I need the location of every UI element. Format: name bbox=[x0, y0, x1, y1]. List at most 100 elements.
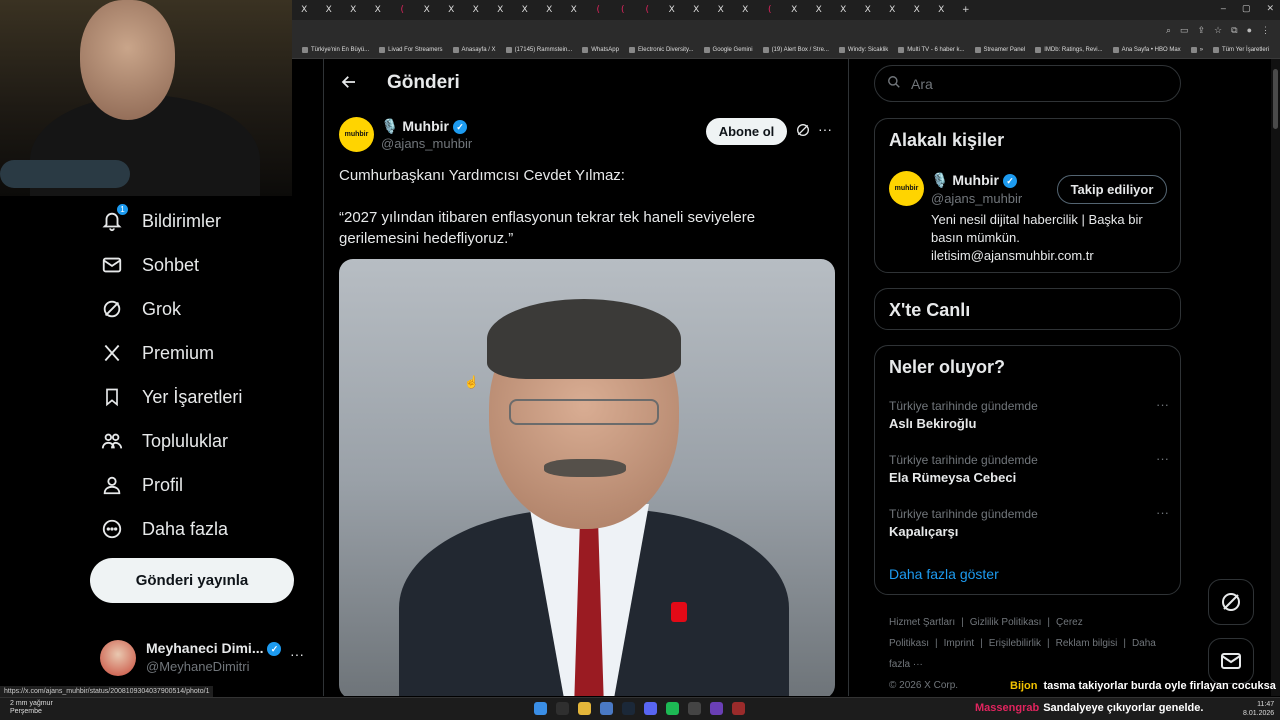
star-icon[interactable]: ☆ bbox=[1214, 25, 1222, 36]
bookmark-item[interactable]: Ana Sayfa • HBO Max bbox=[1112, 47, 1181, 53]
post-button[interactable]: Gönderi yayınla bbox=[90, 558, 294, 603]
account-more-icon[interactable]: ··· bbox=[290, 646, 304, 662]
bookmark-item[interactable]: WhatsApp bbox=[582, 47, 619, 53]
author-name-row[interactable]: 🎙️ Muhbir ✓ bbox=[381, 118, 467, 135]
address-bar[interactable]: ⌕ ▭ ⇪ ☆ ⧉ ● ⋮ bbox=[292, 20, 1280, 42]
footer-link[interactable]: Gizlilik Politikası bbox=[970, 617, 1042, 628]
browser-tab[interactable]: X bbox=[366, 0, 391, 20]
relevant-name-row[interactable]: 🎙️ Muhbir ✓ bbox=[931, 172, 1017, 189]
browser-tab[interactable]: X bbox=[292, 0, 317, 20]
browser-tab[interactable]: X bbox=[341, 0, 366, 20]
scrollbar-thumb[interactable] bbox=[1273, 69, 1278, 129]
browser-tab[interactable]: X bbox=[831, 0, 856, 20]
share-icon[interactable]: ⇪ bbox=[1198, 25, 1206, 36]
bookmark-item[interactable]: Livad For Streamers bbox=[379, 47, 443, 53]
browser-tab[interactable]: X bbox=[733, 0, 758, 20]
bookmark-item[interactable]: Tüm Yer İşaretleri bbox=[1213, 47, 1269, 53]
grok-icon[interactable] bbox=[795, 122, 811, 141]
browser-tab[interactable]: X bbox=[807, 0, 832, 20]
discord-icon[interactable] bbox=[644, 702, 657, 715]
browser-tab[interactable]: X bbox=[562, 0, 587, 20]
weather-widget[interactable]: 2 mm yağmur Perşembe bbox=[10, 700, 53, 716]
nav-grok[interactable]: Grok bbox=[100, 294, 181, 324]
obs-icon[interactable] bbox=[732, 702, 745, 715]
bookmark-item[interactable]: Türkiye'nin En Büyü... bbox=[302, 47, 369, 53]
zoom-icon[interactable]: ⌕ bbox=[1166, 25, 1171, 36]
browser-tab[interactable]: X bbox=[415, 0, 440, 20]
trend-item[interactable]: Türkiye tarihinde gündemde Aslı Bekiroğl… bbox=[889, 397, 1169, 431]
author-avatar[interactable]: muhbir bbox=[339, 117, 374, 152]
minimize-icon[interactable]: – bbox=[1221, 3, 1226, 14]
nav-messages[interactable]: Sohbet bbox=[100, 250, 199, 280]
new-tab-button[interactable]: + bbox=[954, 0, 979, 20]
steam-icon[interactable] bbox=[622, 702, 635, 715]
browser-tab[interactable]: X bbox=[439, 0, 464, 20]
browser-tab[interactable]: ( bbox=[586, 0, 611, 20]
browser-tab[interactable]: X bbox=[856, 0, 881, 20]
author-handle[interactable]: @ajans_muhbir bbox=[381, 136, 472, 151]
clock[interactable]: 11:47 8.01.2026 bbox=[1243, 700, 1274, 718]
spotify-icon[interactable] bbox=[666, 702, 679, 715]
extensions-icon[interactable]: ⧉ bbox=[1231, 25, 1237, 36]
browser-tab[interactable]: X bbox=[513, 0, 538, 20]
browser-tab[interactable]: X bbox=[537, 0, 562, 20]
browser-tab[interactable]: X bbox=[660, 0, 685, 20]
relevant-handle[interactable]: @ajans_muhbir bbox=[931, 191, 1022, 206]
trend-more-icon[interactable]: ··· bbox=[1156, 451, 1169, 466]
post-more-icon[interactable]: ··· bbox=[818, 121, 832, 137]
bookmark-item[interactable]: Streamer Panel bbox=[974, 47, 1025, 53]
relevant-avatar[interactable]: muhbir bbox=[889, 171, 924, 206]
browser-tab[interactable]: X bbox=[684, 0, 709, 20]
browser-icon[interactable] bbox=[600, 702, 613, 715]
show-more-link[interactable]: Daha fazla göster bbox=[889, 566, 999, 582]
trend-item[interactable]: Türkiye tarihinde gündemde Ela Rümeysa C… bbox=[889, 451, 1169, 485]
nav-bookmarks[interactable]: Yer İşaretleri bbox=[100, 382, 242, 412]
page-scrollbar[interactable] bbox=[1271, 59, 1280, 696]
nav-notifications[interactable]: 1 Bildirimler bbox=[100, 203, 221, 236]
nav-more[interactable]: Daha fazla bbox=[100, 514, 228, 544]
footer-link[interactable]: Imprint bbox=[944, 638, 975, 649]
following-button[interactable]: Takip ediliyor bbox=[1057, 175, 1167, 204]
browser-tab[interactable]: X bbox=[782, 0, 807, 20]
bookmark-item[interactable]: Google Gemini bbox=[703, 47, 753, 53]
folder-icon[interactable] bbox=[578, 702, 591, 715]
back-arrow-icon[interactable] bbox=[340, 73, 358, 96]
nav-profile[interactable]: Profil bbox=[100, 470, 183, 500]
browser-tab[interactable]: X bbox=[929, 0, 954, 20]
messages-fab[interactable] bbox=[1208, 638, 1254, 684]
nav-communities[interactable]: Topluluklar bbox=[100, 426, 228, 456]
grok-fab[interactable] bbox=[1208, 579, 1254, 625]
bookmark-item[interactable]: Electronic Diversity... bbox=[628, 47, 694, 53]
browser-tab[interactable]: ( bbox=[635, 0, 660, 20]
browser-tab[interactable]: X bbox=[709, 0, 734, 20]
bookmark-item[interactable]: Anasayfa / X bbox=[452, 47, 496, 53]
search-input[interactable]: Ara bbox=[874, 65, 1181, 102]
bookmark-item[interactable]: (17145) Rammstein... bbox=[505, 47, 572, 53]
nav-premium[interactable]: Premium bbox=[100, 338, 214, 368]
browser-tab[interactable]: ( bbox=[390, 0, 415, 20]
profile-icon[interactable]: ● bbox=[1247, 25, 1252, 36]
post-photo[interactable] bbox=[339, 259, 835, 696]
footer-link[interactable]: Erişilebilirlik bbox=[989, 638, 1041, 649]
live-card[interactable]: X'te Canlı bbox=[874, 288, 1181, 330]
bookmark-item[interactable]: Multi TV - 6 haber k... bbox=[898, 47, 965, 53]
browser-tab[interactable]: X bbox=[880, 0, 905, 20]
menu-icon[interactable]: ⋮ bbox=[1261, 25, 1270, 36]
account-switcher[interactable]: Meyhaneci Dimi... ✓ @MeyhaneDimitri ··· bbox=[100, 636, 310, 676]
close-icon[interactable]: ✕ bbox=[1266, 3, 1274, 14]
app-icon[interactable] bbox=[710, 702, 723, 715]
browser-tab[interactable]: X bbox=[317, 0, 342, 20]
bookmark-item[interactable]: IMDb: Ratings, Revi... bbox=[1035, 47, 1103, 53]
bookmark-item[interactable]: Windy: Sicaklik bbox=[838, 47, 888, 53]
footer-link[interactable]: Hizmet Şartları bbox=[889, 617, 955, 628]
browser-tab[interactable]: X bbox=[905, 0, 930, 20]
trend-item[interactable]: Türkiye tarihinde gündemde Kapalıçarşı ·… bbox=[889, 505, 1169, 539]
maximize-icon[interactable]: ▢ bbox=[1242, 3, 1251, 14]
footer-link[interactable]: Reklam bilgisi bbox=[1056, 638, 1118, 649]
subscribe-button[interactable]: Abone ol bbox=[706, 118, 787, 145]
start-icon[interactable] bbox=[534, 702, 547, 715]
screen-icon[interactable]: ▭ bbox=[1180, 25, 1189, 36]
browser-tab[interactable]: X bbox=[488, 0, 513, 20]
browser-tab[interactable]: X bbox=[464, 0, 489, 20]
epic-icon[interactable] bbox=[688, 702, 701, 715]
